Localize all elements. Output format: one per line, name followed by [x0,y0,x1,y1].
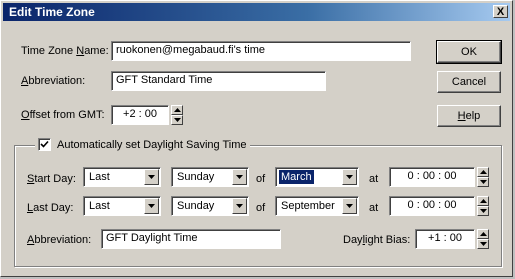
chevron-down-icon [148,204,155,208]
checkmark-icon [40,140,49,148]
arrow-up-icon [174,108,181,112]
last-weekday-select[interactable]: Sunday [171,196,249,216]
dst-abbreviation-input[interactable]: GFT Daylight Time [101,229,281,249]
spin-up-button[interactable] [171,105,183,115]
window-title: Edit Time Zone [9,5,95,19]
start-month-select[interactable]: March [275,167,359,187]
offset-from-gmt-label: Offset from GMT: [21,109,105,121]
spin-down-button[interactable] [477,239,489,249]
at-label: at [369,202,379,214]
time-zone-name-input[interactable]: ruokonen@megabaud.fi's time [111,41,411,61]
dst-checkbox[interactable] [38,138,51,151]
spin-down-button[interactable] [477,177,489,187]
dst-checkbox-label: Automatically set Daylight Saving Time [57,139,247,151]
offset-input[interactable]: +2 : 00 [111,105,169,125]
of-label: of [256,173,266,185]
offset-spinner[interactable] [171,105,183,125]
dropdown-button[interactable] [342,198,357,214]
spin-down-button[interactable] [477,206,489,216]
last-day-label: Last Day: [27,202,74,214]
help-button[interactable]: Help [437,105,501,127]
dropdown-button[interactable] [144,198,159,214]
start-day-label: Start Day: [27,173,76,185]
edit-time-zone-dialog: Edit Time Zone X Time Zone Name: ruokone… [0,0,513,277]
chevron-down-icon [148,175,155,179]
last-month-select[interactable]: September [275,196,359,216]
of-label: of [256,202,266,214]
start-week-select[interactable]: Last [83,167,161,187]
ok-button[interactable]: OK [436,40,502,64]
at-label: at [369,173,379,185]
cancel-button[interactable]: Cancel [437,71,501,93]
dropdown-button[interactable] [144,169,159,185]
last-time-input[interactable]: 0 : 00 : 00 [389,196,475,216]
chevron-down-icon [236,204,243,208]
time-zone-name-label: Time Zone Name: [21,45,109,57]
daylight-bias-input[interactable]: +1 : 00 [415,229,475,249]
spin-down-button[interactable] [171,115,183,125]
abbreviation-input[interactable]: GFT Standard Time [111,71,326,91]
chevron-down-icon [346,204,353,208]
dropdown-button[interactable] [232,169,247,185]
start-time-input[interactable]: 0 : 00 : 00 [389,167,475,187]
arrow-down-icon [480,180,487,184]
arrow-up-icon [480,170,487,174]
arrow-down-icon [174,118,181,122]
arrow-up-icon [480,199,487,203]
spin-up-button[interactable] [477,167,489,177]
daylight-bias-spinner[interactable] [477,229,489,249]
close-button[interactable]: X [493,5,508,18]
spin-up-button[interactable] [477,196,489,206]
start-time-spinner[interactable] [477,167,489,187]
last-week-select[interactable]: Last [83,196,161,216]
start-weekday-select[interactable]: Sunday [171,167,249,187]
arrow-down-icon [480,209,487,213]
daylight-bias-label: Daylight Bias: [343,234,411,246]
abbreviation-label: Abbreviation: [21,75,86,87]
dst-checkbox-row[interactable]: Automatically set Daylight Saving Time [35,138,250,152]
spin-up-button[interactable] [477,229,489,239]
dropdown-button[interactable] [232,198,247,214]
dst-abbreviation-label: Abbreviation: [27,234,92,246]
chevron-down-icon [236,175,243,179]
arrow-up-icon [480,232,487,236]
last-time-spinner[interactable] [477,196,489,216]
dropdown-button[interactable] [342,169,357,185]
arrow-down-icon [480,242,487,246]
close-icon[interactable]: X [497,6,504,18]
chevron-down-icon [346,175,353,179]
title-bar[interactable]: Edit Time Zone X [3,3,510,21]
